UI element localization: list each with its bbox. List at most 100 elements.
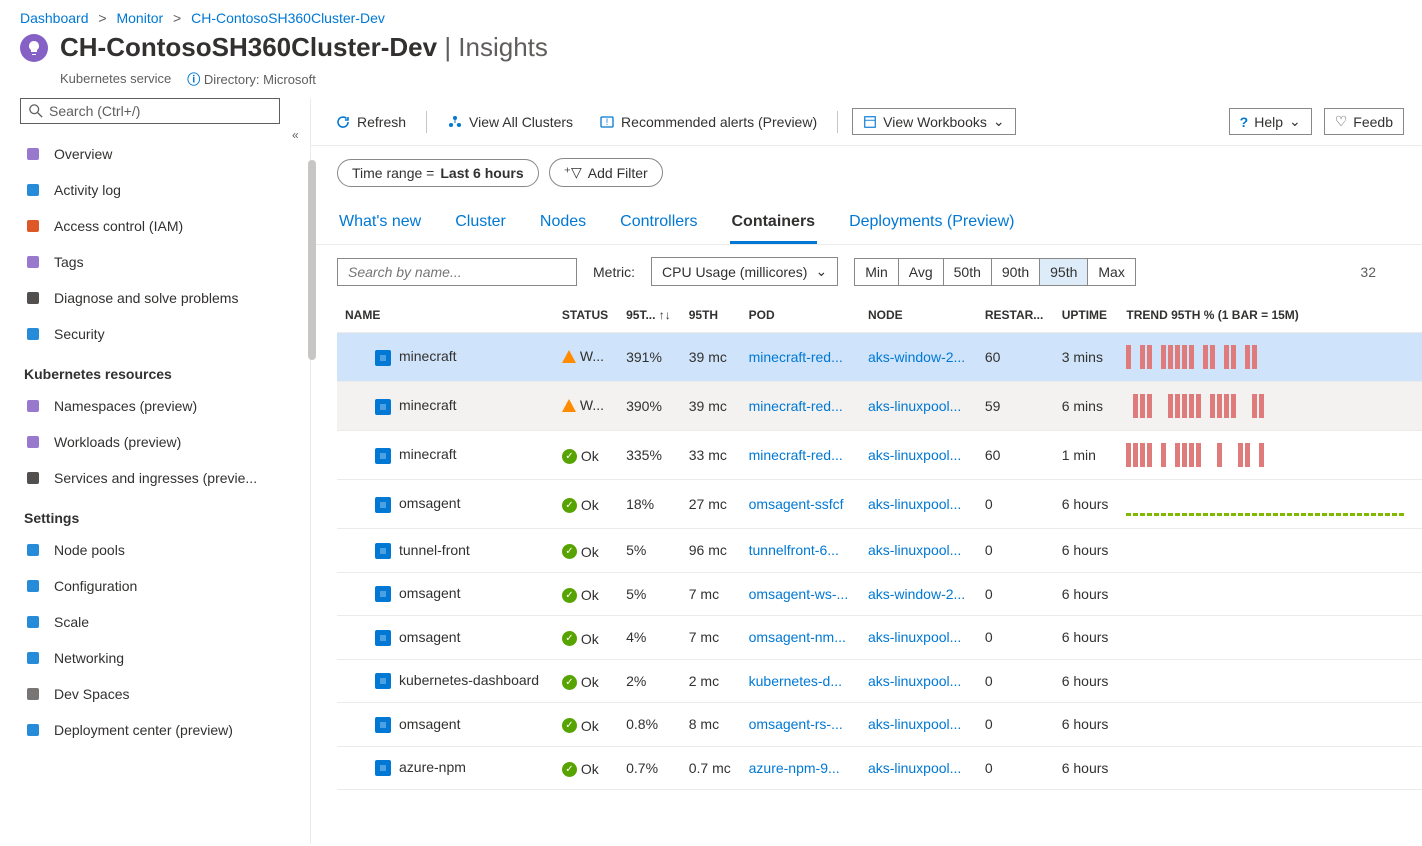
- cell-node[interactable]: aks-linuxpool...: [860, 616, 977, 660]
- column-header[interactable]: STATUS: [554, 298, 618, 333]
- sidebar-item[interactable]: Activity log: [20, 172, 302, 208]
- sidebar-item[interactable]: Workloads (preview): [20, 424, 302, 460]
- seg-min[interactable]: Min: [855, 259, 899, 285]
- breadcrumb-item[interactable]: Monitor: [116, 10, 163, 26]
- nav-label: Node pools: [54, 542, 125, 558]
- table-row[interactable]: tunnel-front✓ Ok5%96 mctunnelfront-6...a…: [337, 529, 1422, 573]
- status-ok: ✓ Ok: [562, 587, 599, 603]
- breadcrumb-item[interactable]: CH-ContosoSH360Cluster-Dev: [191, 10, 385, 26]
- cell-node[interactable]: aks-linuxpool...: [860, 659, 977, 703]
- cell-status: ✓ Ok: [554, 703, 618, 747]
- seg-95th[interactable]: 95th: [1040, 259, 1088, 285]
- sidebar-item[interactable]: Dev Spaces: [20, 676, 302, 712]
- cell-node[interactable]: aks-linuxpool...: [860, 480, 977, 529]
- cell-p95pct: 390%: [618, 382, 681, 431]
- refresh-button[interactable]: Refresh: [329, 110, 412, 134]
- view-workbooks-button[interactable]: View Workbooks ⌄: [852, 108, 1015, 135]
- column-header[interactable]: UPTIME: [1054, 298, 1119, 333]
- cell-pod[interactable]: omsagent-rs-...: [741, 703, 860, 747]
- tab-deployments-preview-[interactable]: Deployments (Preview): [847, 205, 1016, 244]
- cell-restarts: 60: [977, 431, 1054, 480]
- cell-pod[interactable]: omsagent-ssfcf: [741, 480, 860, 529]
- column-header[interactable]: TREND 95TH % (1 BAR = 15M): [1118, 298, 1422, 333]
- cell-node[interactable]: aks-linuxpool...: [860, 431, 977, 480]
- cell-node[interactable]: aks-linuxpool...: [860, 746, 977, 790]
- sidebar-item[interactable]: Tags: [20, 244, 302, 280]
- metric-select[interactable]: CPU Usage (millicores) ⌄: [651, 257, 838, 286]
- sidebar-search[interactable]: Search (Ctrl+/): [20, 98, 280, 124]
- sidebar-item[interactable]: Overview: [20, 136, 302, 172]
- table-row[interactable]: omsagent✓ Ok5%7 mcomsagent-ws-...aks-win…: [337, 572, 1422, 616]
- table-row[interactable]: omsagent✓ Ok0.8%8 mcomsagent-rs-...aks-l…: [337, 703, 1422, 747]
- sidebar-item[interactable]: Security: [20, 316, 302, 352]
- table-row[interactable]: kubernetes-dashboard✓ Ok2%2 mckubernetes…: [337, 659, 1422, 703]
- cell-pod[interactable]: omsagent-nm...: [741, 616, 860, 660]
- container-icon: [375, 399, 391, 415]
- column-header[interactable]: NODE: [860, 298, 977, 333]
- table-row[interactable]: omsagent✓ Ok4%7 mcomsagent-nm...aks-linu…: [337, 616, 1422, 660]
- cell-pod[interactable]: minecraft-red...: [741, 333, 860, 382]
- add-filter-button[interactable]: ⁺▽ Add Filter: [549, 158, 663, 187]
- filter-bar: Time range = Last 6 hours ⁺▽ Add Filter: [311, 146, 1422, 199]
- time-range-pill[interactable]: Time range = Last 6 hours: [337, 159, 539, 187]
- directory-label: Directory: Microsoft: [204, 72, 316, 87]
- ok-icon: ✓: [562, 498, 577, 513]
- column-header[interactable]: 95T... ↑↓: [618, 298, 681, 333]
- cell-node[interactable]: aks-linuxpool...: [860, 382, 977, 431]
- search-by-name-input[interactable]: [337, 258, 577, 286]
- table-row[interactable]: minecraft W...391%39 mcminecraft-red...a…: [337, 333, 1422, 382]
- column-header[interactable]: 95TH: [681, 298, 741, 333]
- sidebar-item[interactable]: Node pools: [20, 532, 302, 568]
- cell-pod[interactable]: azure-npm-9...: [741, 746, 860, 790]
- breadcrumb-item[interactable]: Dashboard: [20, 10, 89, 26]
- sidebar-item[interactable]: Access control (IAM): [20, 208, 302, 244]
- seg-max[interactable]: Max: [1088, 259, 1134, 285]
- containers-table: NAMESTATUS95T... ↑↓95THPODNODERESTAR...U…: [311, 298, 1422, 844]
- tab-nodes[interactable]: Nodes: [538, 205, 588, 244]
- column-header[interactable]: NAME: [337, 298, 554, 333]
- sidebar-item[interactable]: Services and ingresses (previe...: [20, 460, 302, 496]
- cell-uptime: 1 min: [1054, 431, 1119, 480]
- seg-50th[interactable]: 50th: [944, 259, 992, 285]
- help-button[interactable]: ? Help ⌄: [1229, 108, 1312, 135]
- cell-node[interactable]: aks-window-2...: [860, 572, 977, 616]
- table-row[interactable]: azure-npm✓ Ok0.7%0.7 mcazure-npm-9...aks…: [337, 746, 1422, 790]
- cell-trend: [1118, 659, 1422, 703]
- sidebar-item[interactable]: Networking: [20, 640, 302, 676]
- sidebar-item[interactable]: Namespaces (preview): [20, 388, 302, 424]
- seg-avg[interactable]: Avg: [899, 259, 944, 285]
- cell-uptime: 6 hours: [1054, 659, 1119, 703]
- seg-90th[interactable]: 90th: [992, 259, 1040, 285]
- sidebar-item[interactable]: Deployment center (preview): [20, 712, 302, 748]
- table-row[interactable]: minecraft W...390%39 mcminecraft-red...a…: [337, 382, 1422, 431]
- column-header[interactable]: RESTAR...: [977, 298, 1054, 333]
- info-icon: ⓘ: [187, 72, 200, 87]
- tab-containers[interactable]: Containers: [730, 205, 818, 244]
- sidebar-item[interactable]: Scale: [20, 604, 302, 640]
- cell-pod[interactable]: omsagent-ws-...: [741, 572, 860, 616]
- tab-cluster[interactable]: Cluster: [453, 205, 508, 244]
- table-row[interactable]: omsagent✓ Ok18%27 mcomsagent-ssfcfaks-li…: [337, 480, 1422, 529]
- cell-node[interactable]: aks-linuxpool...: [860, 703, 977, 747]
- sidebar-item[interactable]: Diagnose and solve problems: [20, 280, 302, 316]
- cell-node[interactable]: aks-window-2...: [860, 333, 977, 382]
- cell-pod[interactable]: kubernetes-d...: [741, 659, 860, 703]
- table-row[interactable]: minecraft✓ Ok335%33 mcminecraft-red...ak…: [337, 431, 1422, 480]
- collapse-sidebar-button[interactable]: «: [292, 128, 299, 142]
- recommended-alerts-button[interactable]: ! Recommended alerts (Preview): [593, 110, 823, 134]
- view-all-clusters-button[interactable]: View All Clusters: [441, 110, 579, 134]
- cell-pod[interactable]: minecraft-red...: [741, 431, 860, 480]
- tab-controllers[interactable]: Controllers: [618, 205, 699, 244]
- sidebar-item[interactable]: Configuration: [20, 568, 302, 604]
- cell-restarts: 60: [977, 333, 1054, 382]
- metric-label: Metric:: [593, 264, 635, 280]
- feedback-button[interactable]: ♡ Feedb: [1324, 108, 1404, 135]
- cell-pod[interactable]: minecraft-red...: [741, 382, 860, 431]
- cell-uptime: 6 hours: [1054, 746, 1119, 790]
- cell-pod[interactable]: tunnelfront-6...: [741, 529, 860, 573]
- tab-what-s-new[interactable]: What's new: [337, 205, 423, 244]
- cell-node[interactable]: aks-linuxpool...: [860, 529, 977, 573]
- column-header[interactable]: POD: [741, 298, 860, 333]
- nav-label: Scale: [54, 614, 89, 630]
- cell-p95: 27 mc: [681, 480, 741, 529]
